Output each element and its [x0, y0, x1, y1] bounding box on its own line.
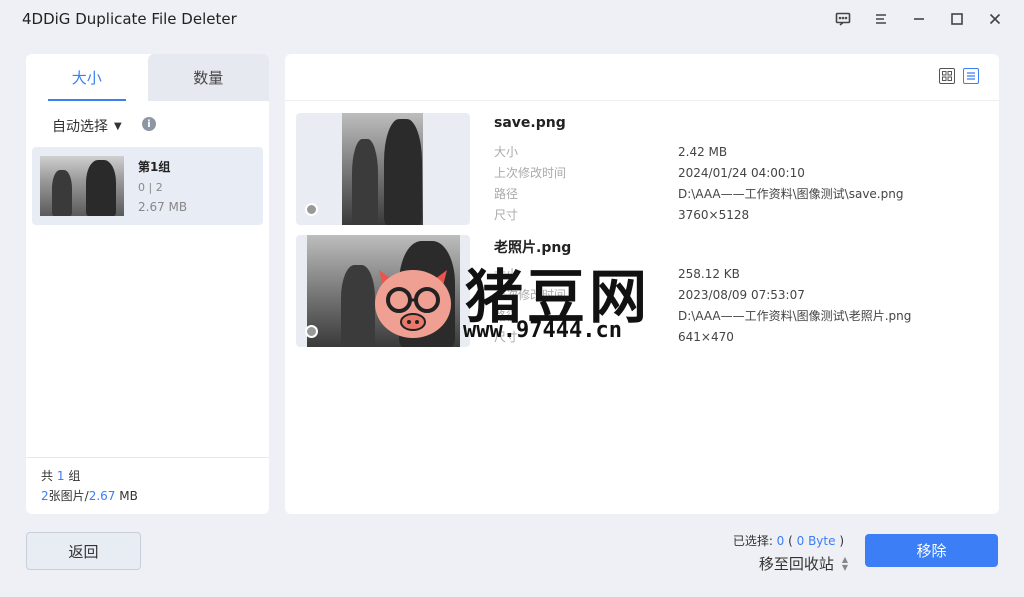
image-total: 2: [41, 489, 49, 503]
maximize-icon[interactable]: [942, 4, 972, 34]
up-down-icon: ▲ ▼: [841, 554, 848, 572]
app-title: 4DDiG Duplicate File Deleter: [22, 10, 237, 28]
recycle-label: 移至回收站: [758, 555, 834, 573]
caret-down-icon: ▼: [114, 120, 122, 132]
file-row: 老照片.png 大小 258.12 KB 上次修改时间 2023/08/09 07:…: [296, 235, 986, 347]
info-icon[interactable]: i: [142, 117, 156, 131]
grid-view-icon[interactable]: [939, 68, 955, 84]
menu-icon[interactable]: [866, 4, 896, 34]
view-toggle: [939, 68, 979, 84]
sort-tabs: 大小 数量: [26, 54, 269, 101]
group-summary: 共 1 组 2张图片/2.67 MB: [26, 457, 269, 514]
group-count: 0 | 2: [138, 181, 163, 194]
file-thumbnail[interactable]: [296, 235, 470, 347]
group-panel: 大小 数量 自动选择 ▼ i 第1组 0 | 2 2.67 MB 共 1 组 2…: [26, 54, 269, 514]
back-button[interactable]: 返回: [26, 532, 141, 570]
size-total: 2.67: [88, 489, 116, 503]
remove-button[interactable]: 移除: [865, 534, 998, 567]
file-name: 老照片.png: [494, 240, 572, 256]
file-meta: 大小 2.42 MB 上次修改时间 2024/01/24 04:00:10 路径 D:…: [494, 145, 904, 222]
group-item[interactable]: 第1组 0 | 2 2.67 MB: [32, 147, 263, 225]
file-name: save.png: [494, 115, 566, 131]
file-row: save.png 大小 2.42 MB 上次修改时间 2024/01/24 04:0…: [296, 113, 986, 225]
divider: [285, 100, 999, 101]
group-total: 1: [56, 469, 65, 483]
select-radio[interactable]: [305, 203, 318, 216]
recycle-option[interactable]: 移至回收站 ▲ ▼: [759, 553, 848, 574]
file-detail-panel: save.png 大小 2.42 MB 上次修改时间 2024/01/24 04:0…: [285, 54, 999, 514]
group-name: 第1组: [138, 160, 171, 174]
close-icon[interactable]: [980, 4, 1010, 34]
group-size: 2.67 MB: [138, 200, 188, 214]
selected-count: 0: [776, 534, 785, 548]
tab-size[interactable]: 大小: [26, 54, 148, 101]
list-view-icon[interactable]: [963, 68, 979, 84]
selected-bytes: 0 Byte: [796, 534, 836, 548]
group-thumbnail: [40, 156, 124, 216]
file-meta: 大小 258.12 KB 上次修改时间 2023/08/09 07:53:07 路径…: [494, 267, 912, 344]
file-thumbnail[interactable]: [296, 113, 470, 225]
window-controls: [828, 0, 1010, 38]
feedback-icon[interactable]: [828, 4, 858, 34]
selected-info: 已选择: 0 ( 0 Byte ): [732, 534, 844, 548]
auto-select-dropdown[interactable]: 自动选择 ▼: [52, 116, 122, 136]
tab-count[interactable]: 数量: [147, 54, 269, 101]
select-radio[interactable]: [305, 325, 318, 338]
auto-select-label: 自动选择: [52, 119, 108, 135]
minimize-icon[interactable]: [904, 4, 934, 34]
